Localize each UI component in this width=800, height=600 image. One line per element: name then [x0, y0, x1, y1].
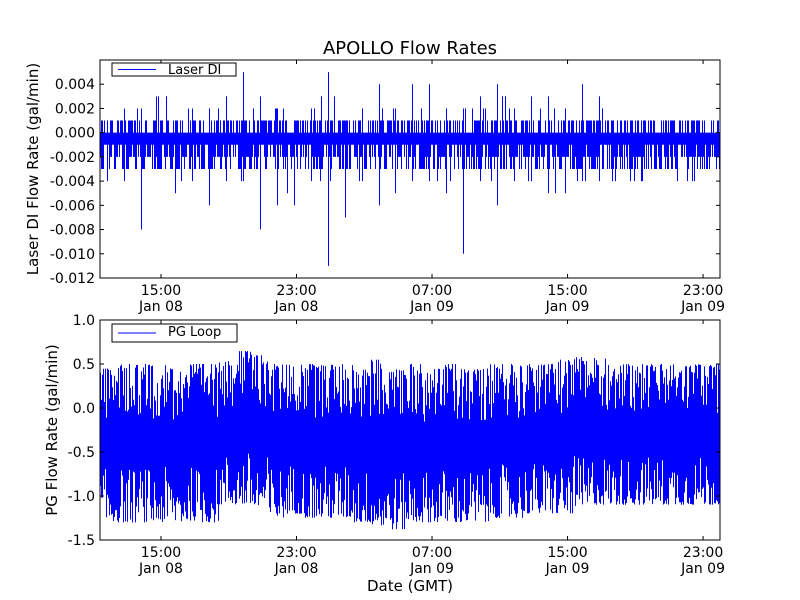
- x-tick-label-date: Jan 08: [274, 299, 319, 315]
- x-tick-label-date: Jan 09: [680, 561, 725, 577]
- x-tick-label-time: 07:00: [412, 283, 452, 299]
- y-tick-label: -0.012: [50, 271, 95, 287]
- y-tick-label: -1.5: [68, 533, 95, 549]
- x-tick-label-date: Jan 09: [545, 299, 590, 315]
- y-tick-label: -0.006: [50, 198, 95, 214]
- x-tick-label-date: Jan 09: [680, 299, 725, 315]
- x-tick-label-date: Jan 08: [138, 561, 183, 577]
- x-tick-label-time: 23:00: [683, 283, 723, 299]
- bottom-y-axis-label: PG Flow Rate (gal/min): [43, 344, 61, 516]
- y-tick-label: 0.004: [55, 77, 95, 93]
- x-tick-label-time: 15:00: [141, 545, 181, 561]
- x-tick-label-date: Jan 09: [409, 299, 454, 315]
- top-y-axis-label: Laser DI Flow Rate (gal/min): [24, 63, 42, 275]
- top-legend: Laser DI: [111, 62, 237, 78]
- legend-label-pg-loop: PG Loop: [168, 325, 221, 340]
- y-tick-label: 0.0: [73, 401, 95, 417]
- y-tick-label: -0.004: [50, 174, 95, 190]
- y-tick-label: -0.5: [68, 445, 95, 461]
- y-tick-label: -0.008: [50, 223, 95, 239]
- y-tick-label: 0.000: [55, 126, 95, 142]
- x-tick-label-time: 23:00: [683, 545, 723, 561]
- legend-label-laser-di: Laser DI: [168, 63, 221, 78]
- x-tick-label-time: 07:00: [412, 545, 452, 561]
- x-tick-label-time: 15:00: [547, 545, 587, 561]
- y-tick-label: -1.0: [68, 489, 95, 505]
- y-tick-label: 1.0: [73, 313, 95, 329]
- figure: APOLLO Flow Rates 0.004 0.002 0.000 -0.002 -…: [0, 0, 800, 600]
- x-tick-label-time: 15:00: [141, 283, 181, 299]
- y-tick-label: -0.010: [50, 247, 95, 263]
- y-tick-label: 0.002: [55, 101, 95, 117]
- x-tick-label-time: 23:00: [276, 283, 316, 299]
- y-tick-label: 0.5: [73, 357, 95, 373]
- x-tick-label-date: Jan 08: [138, 299, 183, 315]
- x-axis-label: Date (GMT): [367, 577, 453, 595]
- chart-title: APOLLO Flow Rates: [323, 38, 497, 59]
- x-tick-label-date: Jan 09: [545, 561, 590, 577]
- x-tick-label-time: 23:00: [276, 545, 316, 561]
- x-tick-label-date: Jan 08: [274, 561, 319, 577]
- x-tick-label-date: Jan 09: [409, 561, 454, 577]
- y-tick-label: -0.002: [50, 150, 95, 166]
- x-tick-label-time: 15:00: [547, 283, 587, 299]
- bottom-legend: PG Loop: [111, 323, 238, 343]
